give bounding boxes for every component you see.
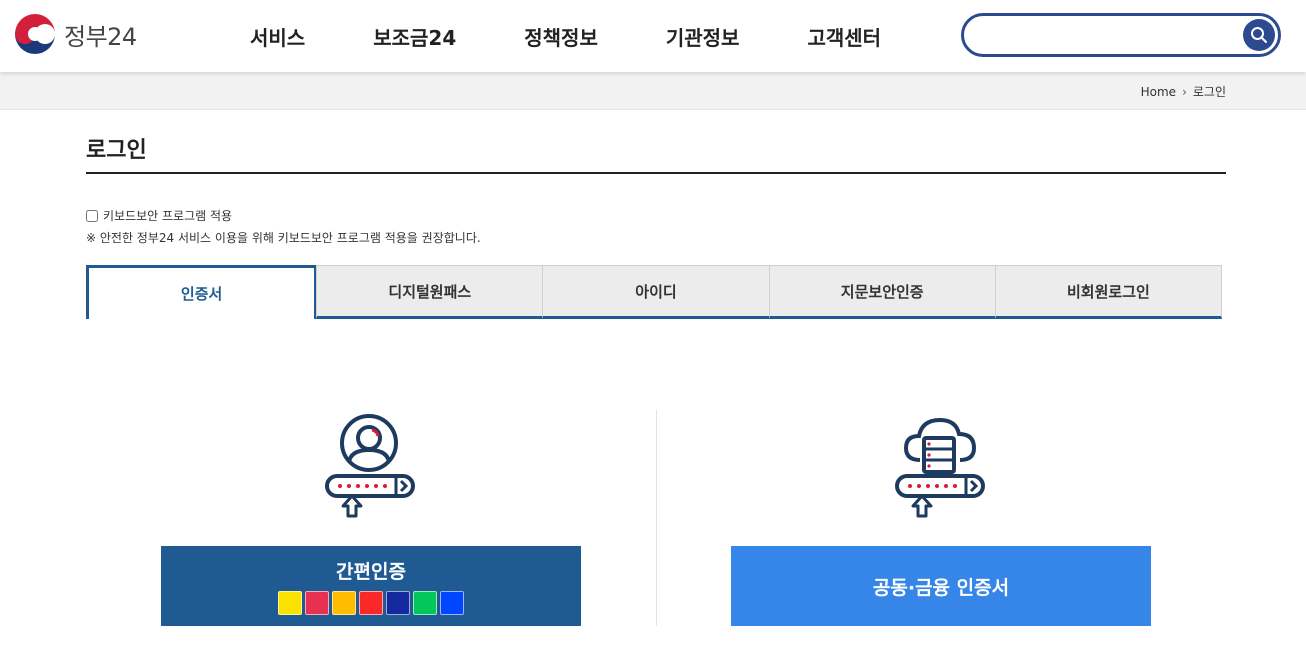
simple-auth-button[interactable]: 간편인증 (161, 546, 581, 626)
chevron-right-icon: › (1182, 84, 1187, 99)
search-box (961, 13, 1281, 57)
site-header: 정부24 서비스 보조금24 정책정보 기관정보 고객센터 (0, 0, 1306, 72)
page-title: 로그인 (86, 138, 147, 163)
options-divider (656, 410, 657, 626)
samsung-pass-icon (386, 591, 410, 615)
breadcrumb-bar: Home › 로그인 (0, 72, 1306, 110)
naver-icon (413, 591, 437, 615)
search-icon (1251, 27, 1267, 43)
title-divider (86, 172, 1226, 174)
cloud-certificate-icon (895, 417, 985, 518)
joint-certificate-button[interactable]: 공동·금융 인증서 (731, 546, 1151, 626)
shinhan-icon (440, 591, 464, 615)
provider-icons (278, 591, 464, 615)
login-method-tabs: 인증서 디지털원패스 아이디 지문보안인증 비회원로그인 (86, 265, 1223, 319)
site-logo[interactable]: 정부24 (14, 13, 137, 55)
breadcrumb-home[interactable]: Home (1141, 85, 1176, 99)
tab-digital-onepass[interactable]: 디지털원패스 (316, 265, 544, 319)
simple-auth-label: 간편인증 (336, 561, 406, 583)
tab-guest-login[interactable]: 비회원로그인 (994, 265, 1223, 319)
tab-certificate[interactable]: 인증서 (86, 265, 318, 319)
pass-icon (305, 591, 329, 615)
user-auth-icon (325, 414, 415, 518)
nav-item-services[interactable]: 서비스 (250, 22, 305, 51)
breadcrumb: Home › 로그인 (1141, 83, 1226, 100)
keyboard-security-option[interactable]: 키보드보안 프로그램 적용 (86, 207, 232, 224)
main-nav: 서비스 보조금24 정책정보 기관정보 고객센터 (250, 22, 949, 51)
keyboard-security-checkbox[interactable] (86, 209, 98, 222)
taegeuk-logo-icon (15, 14, 55, 54)
payco-icon (359, 591, 383, 615)
breadcrumb-current: 로그인 (1192, 85, 1226, 99)
nav-item-policy[interactable]: 정책정보 (524, 22, 598, 51)
nav-item-agency[interactable]: 기관정보 (666, 22, 740, 51)
kb-icon (332, 591, 356, 615)
keyboard-security-label: 키보드보안 프로그램 적용 (103, 209, 233, 223)
nav-item-customer-center[interactable]: 고객센터 (807, 22, 881, 51)
logo-text: 정부24 (64, 22, 137, 51)
keyboard-security-note: ※ 안전한 정부24 서비스 이용을 위해 키보드보안 프로그램 적용을 권장합… (86, 231, 481, 245)
tab-fingerprint[interactable]: 지문보안인증 (768, 265, 996, 319)
tab-id[interactable]: 아이디 (542, 265, 770, 319)
search-input[interactable] (978, 22, 1238, 48)
nav-item-subsidy[interactable]: 보조금24 (373, 22, 456, 51)
search-button[interactable] (1243, 19, 1275, 51)
kakao-talk-icon (278, 591, 302, 615)
